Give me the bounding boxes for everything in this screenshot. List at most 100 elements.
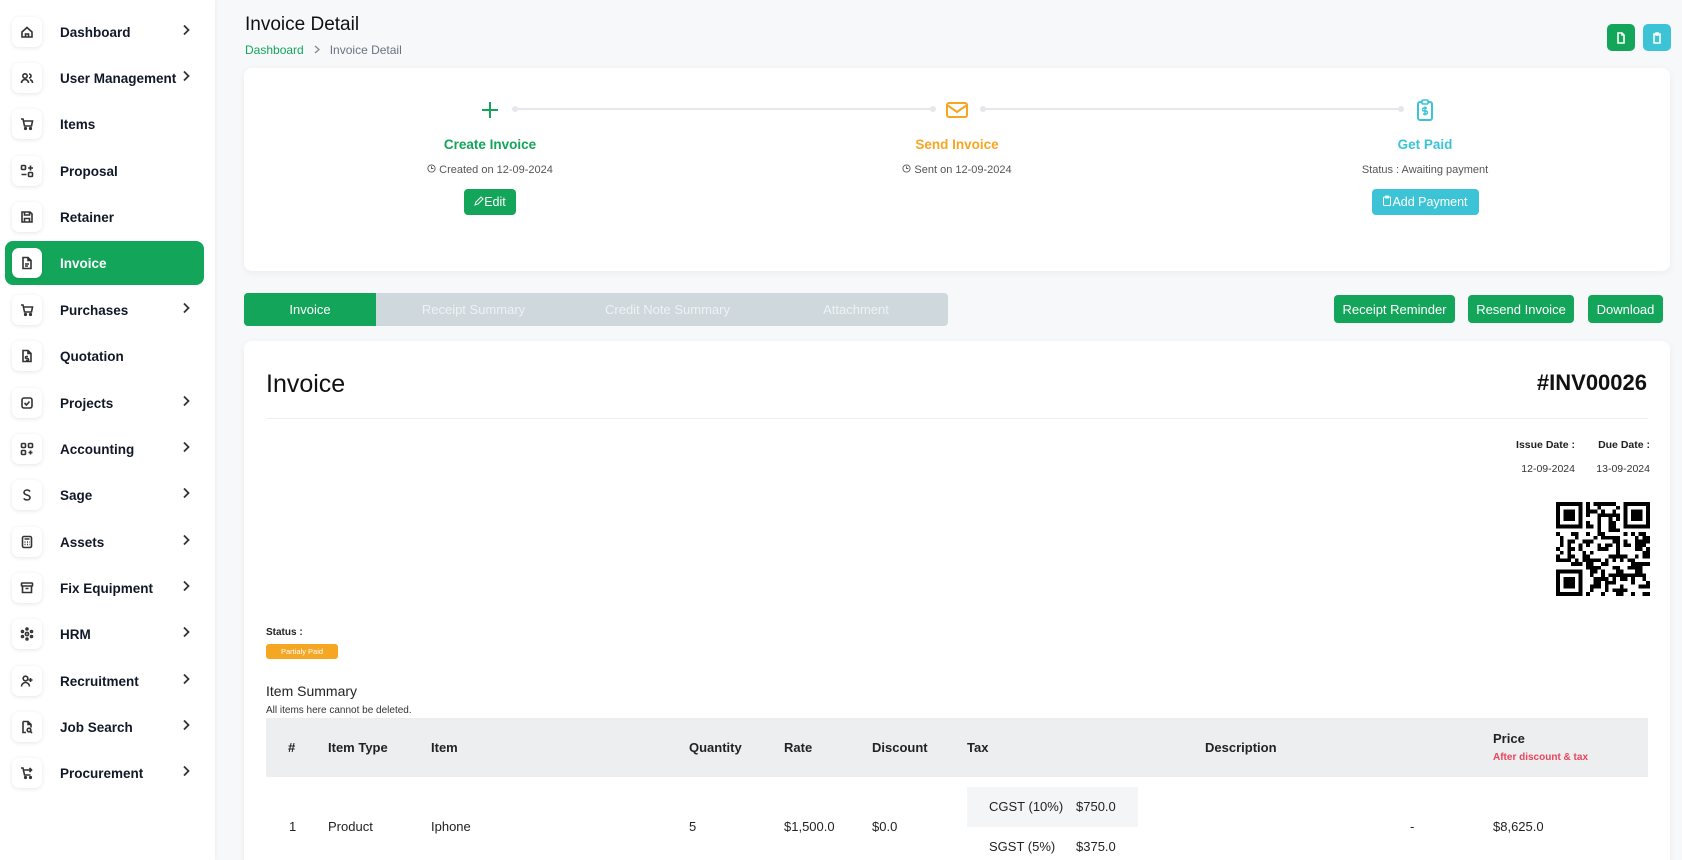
item-summary-note: All items here cannot be deleted. xyxy=(266,705,412,716)
due-date-value: 13-09-2024 xyxy=(1596,463,1650,475)
chevron-right-icon xyxy=(182,579,192,597)
sidebar-item-label: Invoice xyxy=(60,255,107,271)
sidebar-item-job-search[interactable]: Job Search xyxy=(5,705,204,749)
sidebar-item-invoice[interactable]: Invoice xyxy=(5,241,204,285)
clipboard-dollar-icon xyxy=(1275,97,1575,123)
chevron-right-icon xyxy=(182,69,192,87)
receipt-reminder-button[interactable]: Receipt Reminder xyxy=(1334,295,1455,323)
sidebar-item-proposal[interactable]: Proposal xyxy=(5,149,204,193)
export-file-button[interactable] xyxy=(1607,24,1635,51)
breadcrumb-dashboard-link[interactable]: Dashboard xyxy=(245,43,304,57)
status-badge: Partialy Paid xyxy=(266,644,338,659)
step-sub: Status : Awaiting payment xyxy=(1361,164,1489,176)
calculator-icon xyxy=(12,527,42,557)
step-title: Send Invoice xyxy=(915,137,999,152)
chevron-right-icon xyxy=(182,625,192,643)
divider xyxy=(266,418,1648,419)
row-rate: $1,500.0 xyxy=(784,819,835,834)
invoice-tabs: Invoice Receipt Summary Credit Note Summ… xyxy=(244,293,948,326)
sidebar-item-label: Projects xyxy=(60,395,114,411)
sidebar-item-hrm[interactable]: HRM xyxy=(5,612,204,656)
clock-icon xyxy=(902,164,914,176)
sidebar-item-label: Retainer xyxy=(60,209,115,225)
breadcrumb-current: Invoice Detail xyxy=(329,43,402,57)
step-title: Create Invoice xyxy=(443,137,537,152)
sidebar-item-label: Proposal xyxy=(60,163,118,179)
chevron-right-icon xyxy=(182,440,192,458)
sidebar-item-label: Sage xyxy=(60,487,93,503)
add-payment-button[interactable]: Add Payment xyxy=(1371,189,1479,215)
col-num: # xyxy=(288,740,296,755)
col-quantity: Quantity xyxy=(689,740,742,755)
download-button[interactable]: Download xyxy=(1588,295,1663,323)
tab-attachment[interactable]: Attachment xyxy=(764,293,948,326)
invoice-title: Invoice xyxy=(266,370,346,398)
sidebar-item-user-management[interactable]: User Management xyxy=(5,56,204,100)
sidebar-item-accounting[interactable]: Accounting xyxy=(5,427,204,471)
sidebar-item-projects[interactable]: Projects xyxy=(5,381,204,425)
sidebar-item-retainer[interactable]: Retainer xyxy=(5,195,204,239)
sidebar-item-label: Recruitment xyxy=(60,673,139,689)
chevron-right-icon xyxy=(182,23,192,41)
row-tax-name: SGST (5%) xyxy=(989,839,1056,854)
sidebar-item-label: Items xyxy=(60,116,96,132)
due-date-label: Due Date : xyxy=(1598,439,1650,451)
sidebar-item-purchases[interactable]: Purchases xyxy=(5,288,204,332)
user-plus-icon xyxy=(12,666,42,696)
sidebar-item-label: Procurement xyxy=(60,765,144,781)
issue-date-value: 12-09-2024 xyxy=(1521,463,1575,475)
sidebar-item-quotation[interactable]: Quotation xyxy=(5,334,204,378)
sidebar-item-assets[interactable]: Assets xyxy=(5,520,204,564)
step-send-invoice: Send Invoice Sent on 12-09-2024 xyxy=(807,97,1107,176)
page-title: Invoice Detail xyxy=(245,14,360,35)
pencil-icon xyxy=(474,195,484,209)
clipboard-icon xyxy=(1653,31,1661,44)
clock-icon xyxy=(427,164,439,176)
clipboard-icon xyxy=(1382,195,1392,209)
resend-invoice-button[interactable]: Resend Invoice xyxy=(1468,295,1574,323)
sidebar-item-fix-equipment[interactable]: Fix Equipment xyxy=(5,566,204,610)
sidebar-item-items[interactable]: Items xyxy=(5,102,204,146)
file-search-icon xyxy=(12,712,42,742)
step-sub: Sent on 12-09-2024 xyxy=(807,164,1107,176)
sidebar-item-label: Quotation xyxy=(60,348,124,364)
step-create-invoice: Create Invoice Created on 12-09-2024 Edi… xyxy=(340,97,640,215)
sidebar-item-procurement[interactable]: Procurement xyxy=(5,751,204,795)
step-sub: Created on 12-09-2024 xyxy=(340,164,640,176)
chevron-right-icon xyxy=(182,718,192,736)
edit-button[interactable]: Edit xyxy=(464,189,516,215)
sidebar-item-dashboard[interactable]: Dashboard xyxy=(5,10,204,54)
sidebar-item-label: Fix Equipment xyxy=(60,580,154,596)
tab-receipt-summary[interactable]: Receipt Summary xyxy=(376,293,571,326)
chevron-right-icon xyxy=(182,533,192,551)
tab-invoice[interactable]: Invoice xyxy=(244,293,376,326)
col-tax: Tax xyxy=(967,740,989,755)
archive-icon xyxy=(12,573,42,603)
sidebar-item-label: Accounting xyxy=(60,441,135,457)
cart-icon xyxy=(12,295,42,325)
clipboard-button[interactable] xyxy=(1643,24,1671,51)
step-get-paid: Get Paid Status : Awaiting payment Add P… xyxy=(1275,97,1575,215)
chevron-right-icon xyxy=(182,301,192,319)
users-icon xyxy=(12,63,42,93)
qr-code xyxy=(1556,502,1650,596)
cart-arrow-icon xyxy=(12,758,42,788)
row-quantity: 5 xyxy=(689,819,697,834)
sidebar-item-sage[interactable]: Sage xyxy=(5,473,204,517)
col-item-type: Item Type xyxy=(328,740,388,755)
issue-date-block: Issue Date : 12-09-2024 xyxy=(1512,439,1575,475)
row-discount: $0.0 xyxy=(872,819,898,834)
sidebar-item-label: Purchases xyxy=(60,302,129,318)
network-icon xyxy=(12,619,42,649)
tab-credit-note-summary[interactable]: Credit Note Summary xyxy=(571,293,764,326)
cart-icon xyxy=(12,109,42,139)
sidebar-item-recruitment[interactable]: Recruitment xyxy=(5,659,204,703)
issue-date-label: Issue Date : xyxy=(1516,439,1575,451)
item-summary-title: Item Summary xyxy=(266,683,358,699)
sidebar: Dashboard User Management Items Proposal Ret… xyxy=(0,0,215,860)
file-dollar-icon xyxy=(12,341,42,371)
chevron-right-icon xyxy=(314,43,320,57)
file-icon xyxy=(1617,31,1625,44)
row-tax-amount: $750.0 xyxy=(1076,799,1116,814)
invoice-number: #INV00026 xyxy=(1536,370,1647,395)
